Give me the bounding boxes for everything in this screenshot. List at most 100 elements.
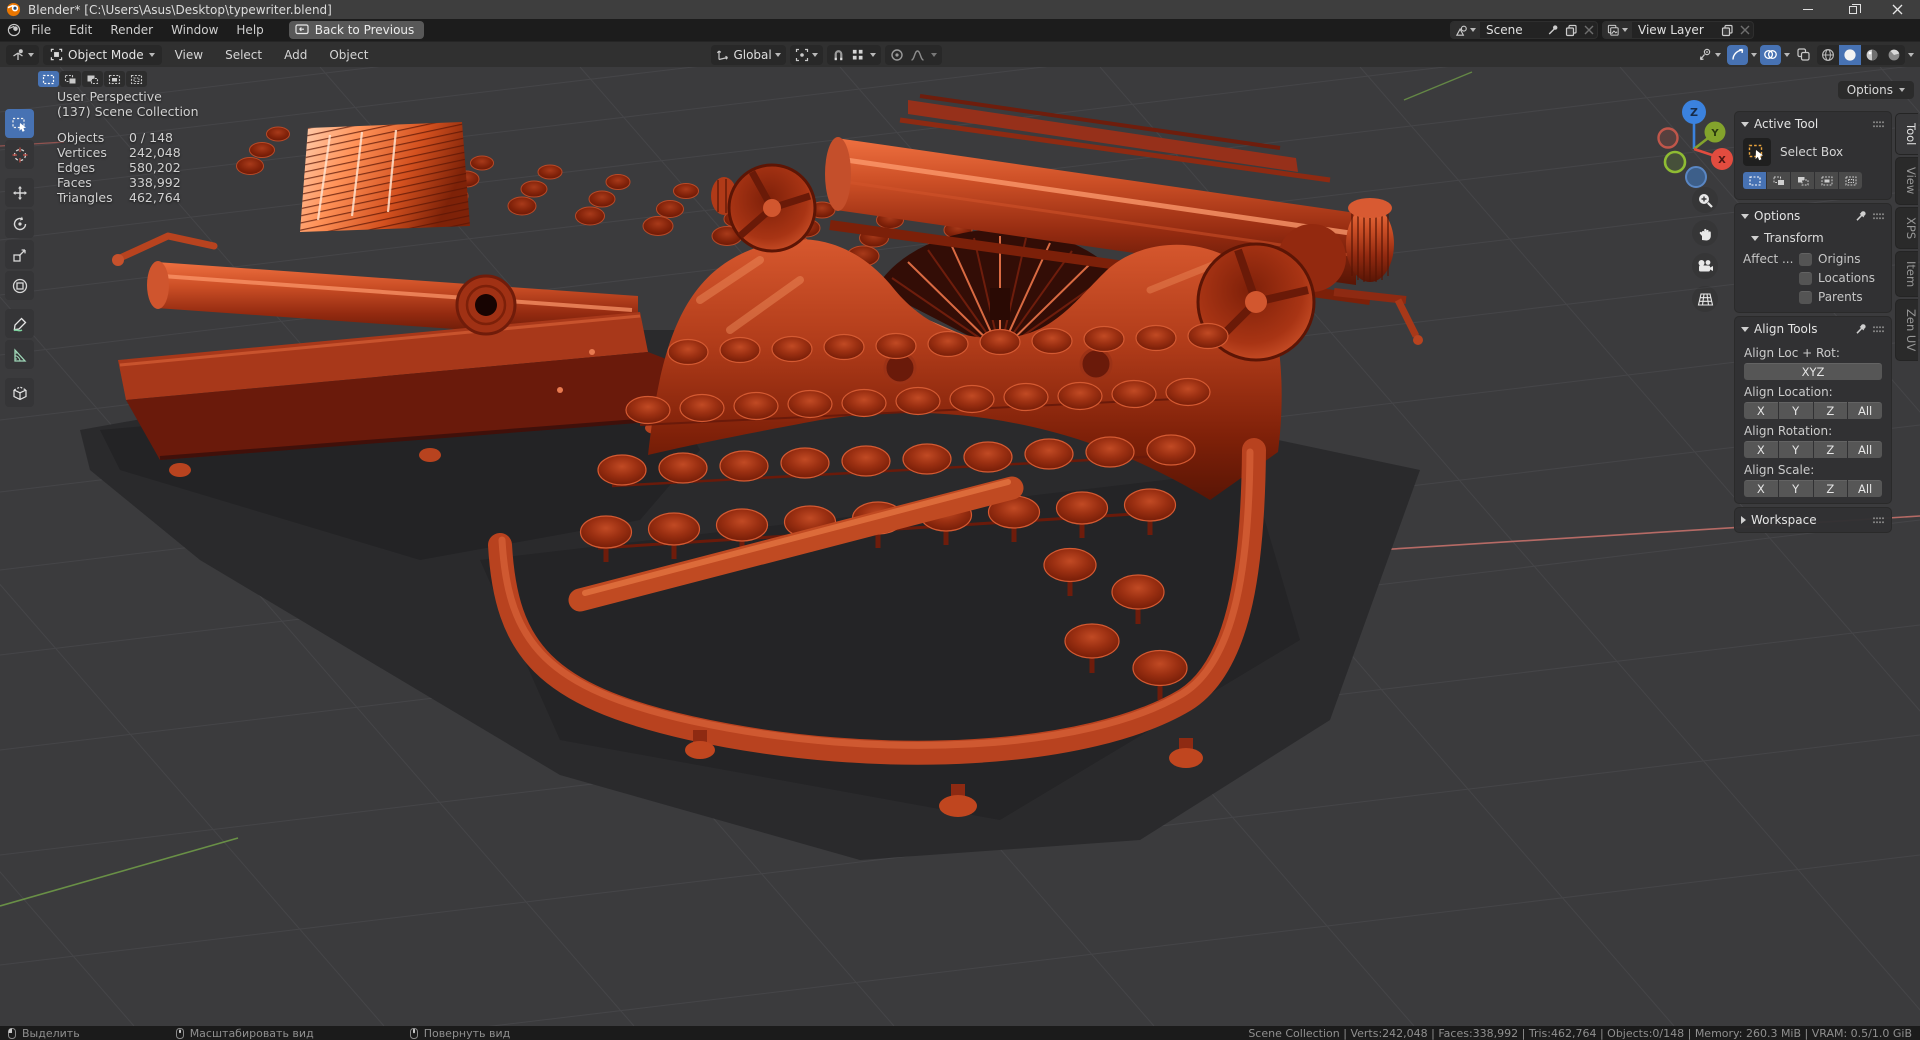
shading-rendered-button[interactable]	[1883, 45, 1905, 65]
gizmos-toggle[interactable]	[1727, 44, 1748, 65]
overlays-toggle[interactable]	[1760, 44, 1781, 65]
mode-subtract[interactable]	[1791, 172, 1814, 189]
panel-options-header[interactable]: Options	[1735, 204, 1891, 228]
align-xyz-button[interactable]: XYZ	[1744, 363, 1882, 380]
viewport-options-dropdown[interactable]: Options	[1837, 81, 1914, 99]
sidebar-tab-zenuv[interactable]: Zen UV	[1895, 298, 1918, 362]
menu-file[interactable]: File	[22, 21, 60, 39]
menu-view[interactable]: View	[166, 45, 212, 65]
mode-extend[interactable]	[1767, 172, 1790, 189]
blender-menu-icon[interactable]	[6, 23, 22, 37]
scene-name[interactable]: Scene	[1480, 23, 1544, 37]
show-gizmo-dropdown[interactable]	[1695, 44, 1724, 65]
zoom-view-button[interactable]	[1692, 187, 1718, 213]
view-layer-name[interactable]: View Layer	[1632, 23, 1718, 37]
align-rotation-all[interactable]: All	[1848, 441, 1882, 458]
3d-viewport[interactable]: Options User Perspective (137) Scene Col…	[0, 67, 1920, 1026]
tool-measure[interactable]	[5, 340, 34, 369]
select-mode-extend[interactable]	[60, 71, 81, 87]
align-scale-all[interactable]: All	[1848, 480, 1882, 497]
align-location-all[interactable]: All	[1848, 402, 1882, 419]
align-rotation-z[interactable]: Z	[1813, 441, 1848, 458]
panel-grip-icon[interactable]	[1872, 325, 1885, 334]
menu-render[interactable]: Render	[101, 21, 162, 39]
view-layer-selector[interactable]: View Layer	[1602, 21, 1754, 39]
menu-object[interactable]: Object	[320, 45, 377, 65]
shading-caret[interactable]	[1908, 52, 1914, 57]
tool-transform[interactable]	[5, 271, 34, 300]
sidebar-tab-item[interactable]: Item	[1895, 250, 1918, 297]
align-scale-z[interactable]: Z	[1813, 480, 1848, 497]
active-tool-icon[interactable]	[1743, 138, 1771, 166]
pivot-point-selector[interactable]	[789, 44, 823, 65]
menu-select[interactable]: Select	[216, 45, 271, 65]
align-location-y[interactable]: Y	[1778, 402, 1813, 419]
navigation-gizmo[interactable]: Z Y X	[1642, 93, 1746, 197]
select-mode-intersect[interactable]	[126, 71, 147, 87]
checkbox-parents[interactable]	[1799, 290, 1812, 304]
tool-scale[interactable]	[5, 240, 34, 269]
tool-select-box[interactable]	[5, 109, 34, 138]
perspective-toggle-button[interactable]	[1692, 286, 1718, 312]
pin-icon[interactable]	[1855, 323, 1867, 335]
align-scale-y[interactable]: Y	[1778, 480, 1813, 497]
menu-window[interactable]: Window	[162, 21, 227, 39]
view-layer-remove-button[interactable]	[1737, 25, 1753, 35]
align-location-x[interactable]: X	[1744, 402, 1778, 419]
gizmos-caret[interactable]	[1751, 52, 1757, 57]
scene-new-button[interactable]	[1562, 24, 1581, 37]
shading-material-button[interactable]	[1861, 45, 1883, 65]
mode-selector[interactable]: Object Mode	[43, 44, 162, 65]
gizmo-neg-x[interactable]	[1657, 127, 1679, 149]
align-rotation-x[interactable]: X	[1744, 441, 1778, 458]
scene-pin-button[interactable]	[1544, 24, 1562, 36]
snap-toggle[interactable]	[826, 44, 881, 65]
minimize-button[interactable]	[1785, 0, 1830, 19]
pan-view-button[interactable]	[1692, 220, 1718, 246]
tool-annotate[interactable]	[5, 309, 34, 338]
tool-move[interactable]	[5, 178, 34, 207]
transform-orientation-selector[interactable]: Global	[711, 44, 786, 65]
mode-invert[interactable]	[1815, 172, 1838, 189]
menu-edit[interactable]: Edit	[60, 21, 101, 39]
align-rotation-y[interactable]: Y	[1778, 441, 1813, 458]
panel-active-tool-header[interactable]: Active Tool	[1735, 112, 1891, 136]
mode-intersect[interactable]	[1839, 172, 1862, 189]
editor-type-selector[interactable]	[6, 44, 39, 65]
back-to-previous-button[interactable]: Back to Previous	[288, 21, 425, 39]
menu-help[interactable]: Help	[227, 21, 272, 39]
select-mode-invert[interactable]	[104, 71, 125, 87]
menu-add[interactable]: Add	[275, 45, 316, 65]
scene-unlink-button[interactable]	[1581, 25, 1597, 35]
scene-browse-button[interactable]	[1451, 22, 1480, 38]
checkbox-origins[interactable]	[1799, 252, 1812, 266]
gizmo-neg-z[interactable]	[1685, 166, 1707, 188]
panel-grip-icon[interactable]	[1872, 516, 1885, 525]
panel-workspace-header[interactable]: Workspace	[1735, 508, 1891, 532]
tool-cursor[interactable]	[5, 140, 34, 169]
viewport-canvas[interactable]	[0, 67, 1920, 1026]
sidebar-tab-xps[interactable]: XPS	[1895, 206, 1918, 249]
panel-grip-icon[interactable]	[1872, 212, 1885, 221]
sidebar-tab-tool[interactable]: Tool	[1895, 113, 1918, 156]
scene-selector[interactable]: Scene	[1450, 21, 1598, 39]
mode-set[interactable]	[1743, 172, 1766, 189]
panel-grip-icon[interactable]	[1872, 120, 1885, 129]
align-scale-x[interactable]: X	[1744, 480, 1778, 497]
close-button[interactable]	[1875, 0, 1920, 19]
pin-icon[interactable]	[1855, 210, 1867, 222]
panel-align-tools-header[interactable]: Align Tools	[1735, 317, 1891, 341]
restore-button[interactable]	[1830, 0, 1875, 19]
xray-toggle[interactable]	[1793, 44, 1814, 65]
overlays-caret[interactable]	[1784, 52, 1790, 57]
camera-view-button[interactable]	[1692, 253, 1718, 279]
select-mode-set[interactable]	[38, 71, 59, 87]
view-layer-browse-button[interactable]	[1603, 22, 1632, 38]
view-layer-new-button[interactable]	[1718, 24, 1737, 37]
subpanel-transform-header[interactable]: Transform	[1735, 228, 1891, 250]
tool-add-cube[interactable]	[5, 378, 34, 407]
checkbox-locations[interactable]	[1799, 271, 1812, 285]
tool-rotate[interactable]	[5, 209, 34, 238]
gizmo-neg-y[interactable]	[1663, 150, 1687, 174]
align-location-z[interactable]: Z	[1813, 402, 1848, 419]
